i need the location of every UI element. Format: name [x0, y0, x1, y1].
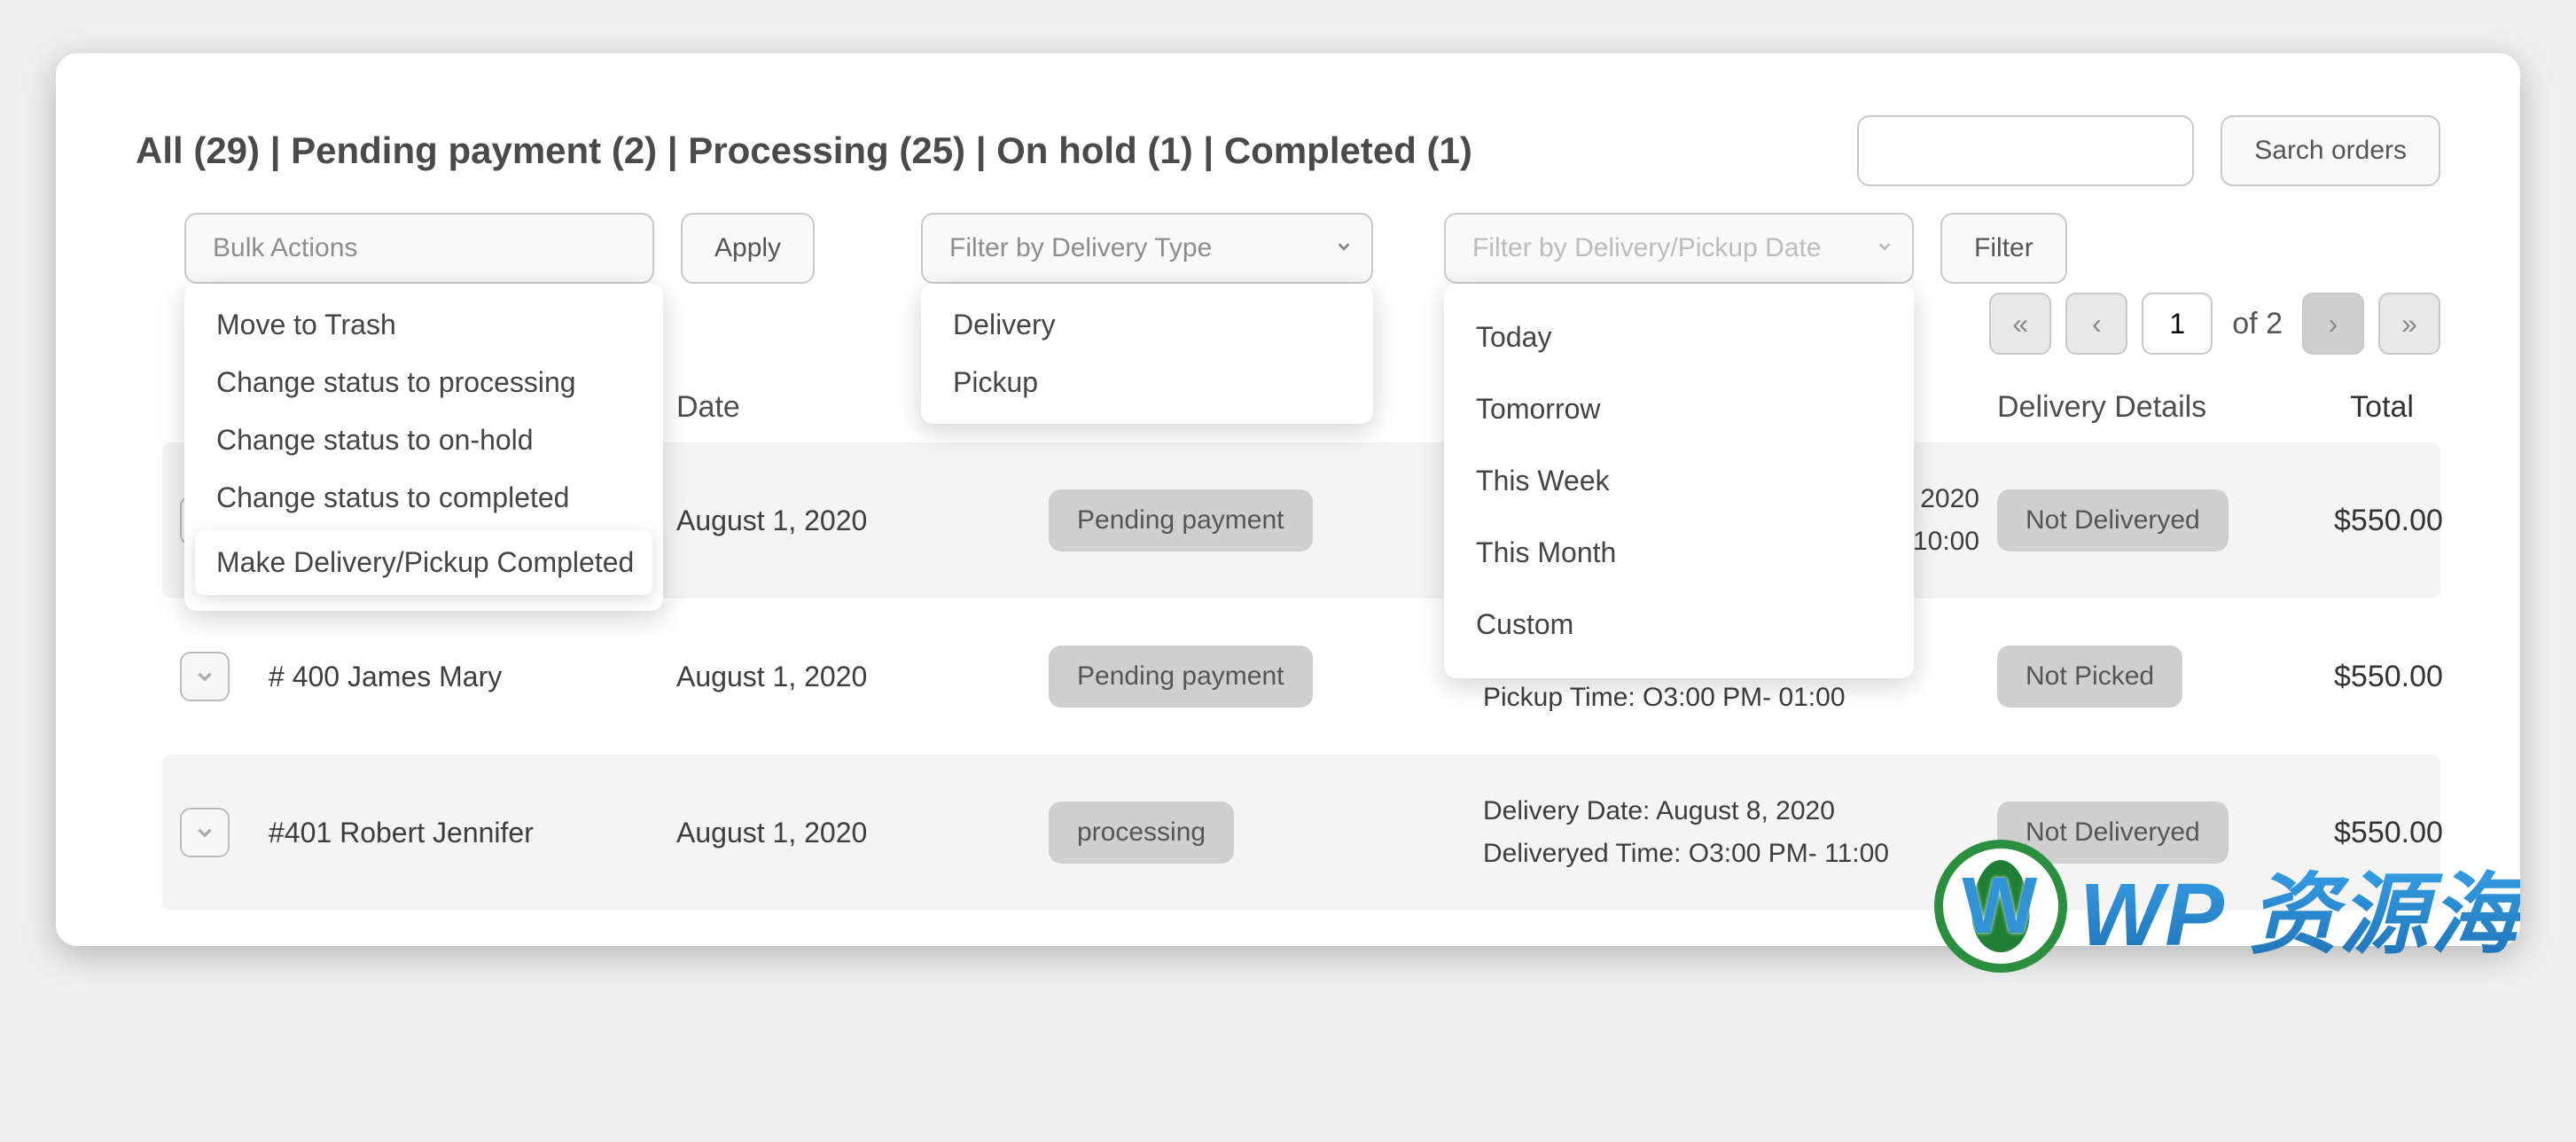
bulk-option[interactable]: Change status to completed	[184, 469, 663, 527]
total-cell: $550.00	[2334, 660, 2452, 694]
delivery-date-wrap: Filter by Delivery/Pickup Date Today Tom…	[1444, 213, 1914, 284]
col-delivery-details: Delivery Details	[1997, 390, 2316, 425]
col-total: Total	[2334, 390, 2423, 425]
order-cell[interactable]: #401 Robert Jennifer	[269, 817, 659, 849]
total-cell: $550.00	[2334, 816, 2452, 850]
date-cell: August 1, 2020	[676, 661, 1031, 693]
search-input[interactable]	[1857, 115, 2194, 186]
delivery-date-option[interactable]: This Week	[1444, 445, 1914, 517]
chevrons-left-icon: «	[2012, 308, 2028, 340]
pager-first-button[interactable]: «	[1989, 293, 2051, 355]
bulk-option-highlighted[interactable]: Make Delivery/Pickup Completed	[195, 530, 652, 595]
details-line: Deliveryed Time: O3:00 PM- 11:00	[1483, 833, 1979, 875]
delivery-type-option[interactable]: Delivery	[921, 296, 1373, 354]
bulk-actions-label: Bulk Actions	[213, 233, 357, 263]
filter-button[interactable]: Filter	[1940, 213, 2067, 284]
chevron-down-icon	[1334, 233, 1354, 263]
apply-button[interactable]: Apply	[681, 213, 815, 284]
bulk-actions-wrap: Bulk Actions Move to Trash Change status…	[184, 213, 654, 284]
page-number-input[interactable]	[2142, 293, 2213, 355]
delivery-date-option[interactable]: Custom	[1444, 589, 1914, 661]
bulk-option[interactable]: Change status to processing	[184, 354, 663, 411]
toolbar: Bulk Actions Move to Trash Change status…	[184, 213, 2440, 284]
table-row: # 400 James Mary August 1, 2020 Pending …	[162, 598, 2440, 755]
chevron-down-icon	[193, 665, 216, 688]
status-badge: processing	[1049, 802, 1234, 864]
chevron-left-icon: ‹	[2092, 308, 2102, 340]
date-cell: August 1, 2020	[676, 817, 1031, 849]
chevron-down-icon	[1875, 233, 1894, 263]
orders-panel: All (29) | Pending payment (2) | Process…	[56, 53, 2520, 946]
delivery-date-select[interactable]: Filter by Delivery/Pickup Date	[1444, 213, 1914, 284]
delivery-date-option[interactable]: Tomorrow	[1444, 373, 1914, 445]
pager-last-button[interactable]: »	[2378, 293, 2440, 355]
pager-prev-button[interactable]: ‹	[2065, 293, 2127, 355]
status-badge: Pending payment	[1049, 645, 1313, 708]
delivery-type-option[interactable]: Pickup	[921, 354, 1373, 411]
delivery-type-wrap: Filter by Delivery Type Delivery Pickup	[921, 213, 1373, 284]
bulk-option[interactable]: Change status to on-hold	[184, 411, 663, 469]
delivery-details-cell: Delivery Date: August 8, 2020 Deliveryed…	[1483, 790, 1979, 875]
search-orders-button[interactable]: Sarch orders	[2221, 115, 2440, 186]
delivery-date-option[interactable]: Today	[1444, 301, 1914, 373]
chevrons-right-icon: »	[2401, 308, 2417, 340]
total-cell: $550.00	[2334, 504, 2452, 538]
delivery-status-badge: Not Deliveryed	[1997, 489, 2229, 551]
page-of-label: of 2	[2232, 307, 2283, 341]
date-cell: August 1, 2020	[676, 505, 1031, 537]
delivery-date-option[interactable]: This Month	[1444, 517, 1914, 589]
order-cell[interactable]: # 400 James Mary	[269, 661, 659, 693]
row-checkbox[interactable]	[180, 652, 230, 701]
delivery-status-badge: Not Deliveryed	[1997, 802, 2229, 864]
delivery-status-badge: Not Picked	[1997, 645, 2182, 708]
status-filter-summary[interactable]: All (29) | Pending payment (2) | Process…	[136, 129, 1472, 172]
table-row: #401 Robert Jennifer August 1, 2020 proc…	[162, 755, 2440, 911]
delivery-date-label: Filter by Delivery/Pickup Date	[1472, 233, 1821, 263]
top-right-controls: Sarch orders	[1857, 115, 2440, 186]
top-row: All (29) | Pending payment (2) | Process…	[136, 115, 2440, 186]
chevron-right-icon: ›	[2329, 308, 2338, 340]
row-checkbox[interactable]	[180, 808, 230, 857]
details-line: Delivery Date: August 8, 2020	[1483, 790, 1979, 833]
status-badge: Pending payment	[1049, 489, 1313, 551]
chevron-down-icon	[193, 821, 216, 844]
delivery-type-label: Filter by Delivery Type	[949, 233, 1212, 263]
pager: « ‹ of 2 › »	[1989, 293, 2440, 355]
delivery-type-select[interactable]: Filter by Delivery Type	[921, 213, 1373, 284]
delivery-date-dropdown: Today Tomorrow This Week This Month Cust…	[1444, 284, 1914, 678]
pager-next-button[interactable]: ›	[2302, 293, 2364, 355]
details-line: Pickup Time: O3:00 PM- 01:00	[1483, 677, 1979, 719]
bulk-option[interactable]: Move to Trash	[184, 296, 663, 354]
bulk-actions-select[interactable]: Bulk Actions	[184, 213, 654, 284]
bulk-actions-dropdown: Move to Trash Change status to processin…	[184, 284, 663, 611]
delivery-type-dropdown: Delivery Pickup	[921, 284, 1373, 424]
